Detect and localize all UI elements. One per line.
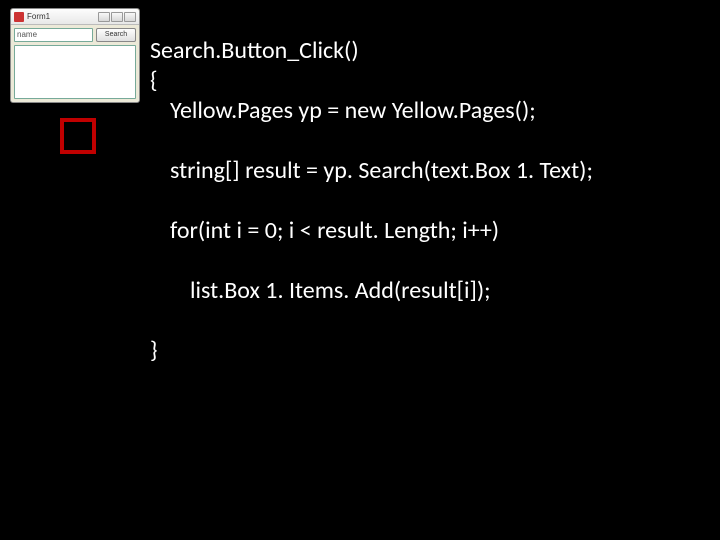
code-line: { [150, 66, 158, 95]
close-button[interactable] [124, 12, 136, 22]
titlebar: Form1 [11, 9, 139, 25]
search-input[interactable]: name [14, 28, 93, 42]
app-icon [14, 12, 24, 22]
code-line: string[] result = yp. Search(text.Box 1.… [150, 156, 593, 186]
results-listbox[interactable] [14, 45, 136, 99]
code-line: } [150, 336, 158, 365]
code-line: list.Box 1. Items. Add(result[i]); [150, 276, 593, 306]
client-area: name Search [11, 25, 139, 102]
code-line: Search.Button_Click() [150, 36, 359, 65]
maximize-button[interactable] [111, 12, 123, 22]
search-row: name Search [14, 28, 136, 42]
window-controls [98, 12, 136, 22]
app-window-mockup: Form1 name Search [10, 8, 140, 103]
code-block: Search.Button_Click() { Yellow.Pages yp … [150, 6, 593, 366]
window-title: Form1 [27, 12, 98, 21]
minimize-button[interactable] [98, 12, 110, 22]
code-line: Yellow.Pages yp = new Yellow.Pages(); [150, 96, 593, 126]
highlight-square-icon [60, 118, 96, 154]
search-button[interactable]: Search [96, 28, 136, 42]
code-line: for(int i = 0; i < result. Length; i++) [150, 216, 593, 246]
